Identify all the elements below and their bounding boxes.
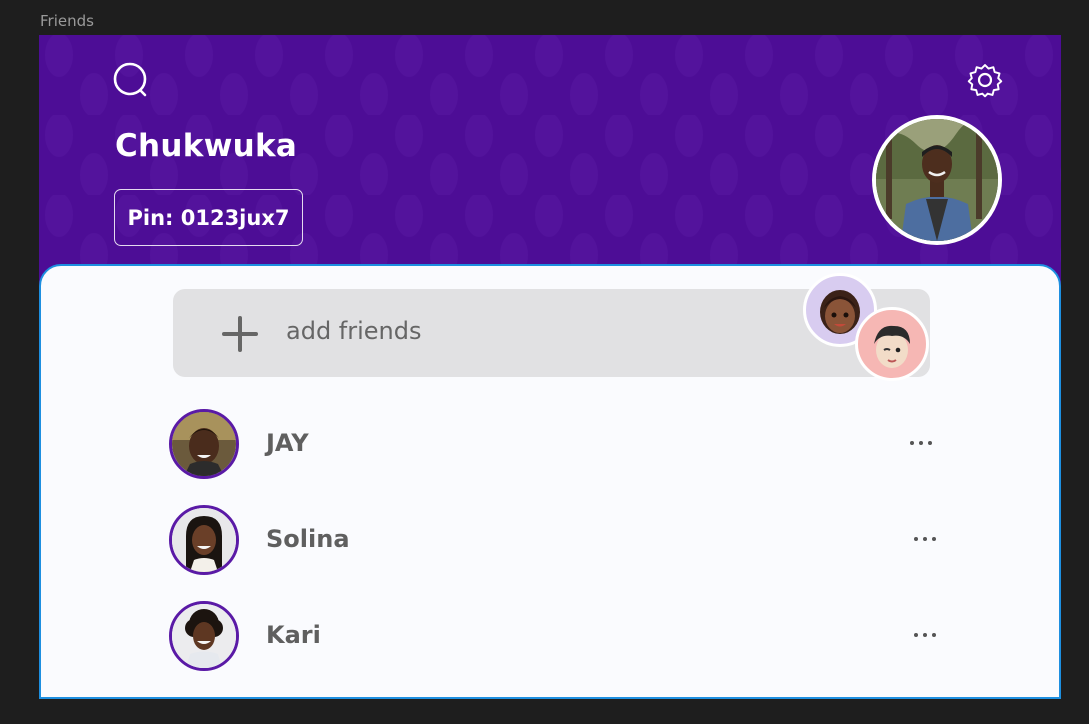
add-friends-button[interactable]: add friends (173, 273, 930, 381)
friend-row[interactable]: Kari (169, 601, 936, 671)
search-icon (113, 62, 147, 97)
more-icon-dot (919, 441, 923, 445)
friend-row[interactable]: JAY (169, 409, 932, 479)
friend-avatar[interactable] (169, 601, 239, 671)
frame-label: Friends (40, 12, 94, 30)
plus-icon (222, 316, 258, 352)
friend-name: Solina (266, 525, 350, 553)
more-options-button[interactable] (901, 431, 941, 455)
friends-screen: Chukwuka Pin: 0123jux7 add friends JAY S… (39, 35, 1061, 699)
profile-avatar[interactable] (872, 115, 1002, 245)
profile-photo (876, 119, 998, 241)
more-icon-dot (932, 537, 936, 541)
pin-label: Pin: 0123jux7 (127, 205, 290, 230)
more-icon-dot (923, 633, 927, 637)
gear-icon (967, 64, 1003, 98)
search-button[interactable] (111, 60, 151, 100)
more-icon (914, 633, 918, 637)
friend-row[interactable]: Solina (169, 505, 936, 575)
friend-photo (172, 412, 236, 476)
friend-name: Kari (266, 621, 321, 649)
more-icon-dot (932, 633, 936, 637)
memoji-boy (874, 325, 910, 368)
friend-photo (172, 508, 236, 572)
more-icon (914, 537, 918, 541)
friend-photo (172, 604, 236, 668)
suggested-friend-avatar[interactable] (855, 307, 929, 381)
friends-card: add friends JAY Solina Kari (39, 264, 1061, 699)
friend-avatar[interactable] (169, 409, 239, 479)
more-icon-dot (923, 537, 927, 541)
add-friends-label: add friends (286, 317, 422, 345)
more-icon (910, 441, 914, 445)
friend-name: JAY (266, 429, 309, 457)
more-icon-dot (928, 441, 932, 445)
more-options-button[interactable] (905, 623, 945, 647)
profile-name: Chukwuka (115, 128, 298, 164)
more-options-button[interactable] (905, 527, 945, 551)
pin-chip[interactable]: Pin: 0123jux7 (114, 189, 303, 246)
friend-avatar[interactable] (169, 505, 239, 575)
settings-button[interactable] (965, 60, 1005, 100)
